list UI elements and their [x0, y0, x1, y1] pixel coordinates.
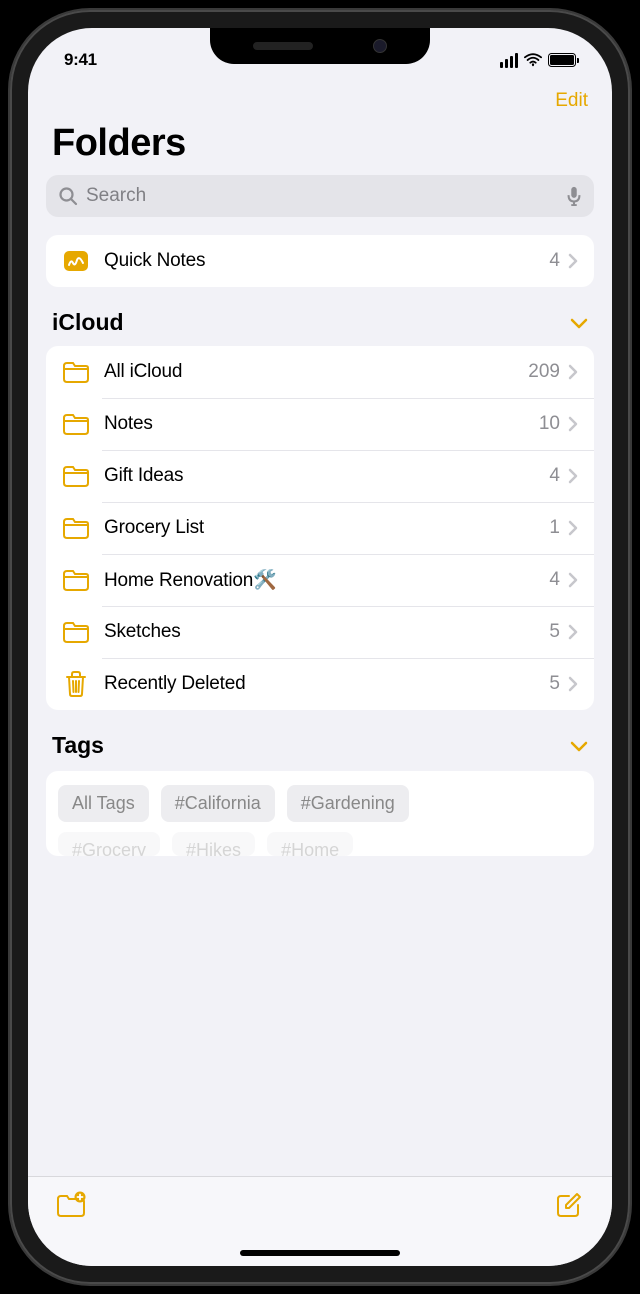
home-indicator[interactable] — [240, 1250, 400, 1256]
folder-count: 1 — [549, 517, 560, 539]
folder-icon — [62, 358, 90, 386]
folder-row-quick-notes[interactable]: Quick Notes 4 — [46, 235, 594, 287]
page-title: Folders — [28, 118, 612, 175]
folder-row-recently-deleted[interactable]: Recently Deleted 5 — [46, 658, 594, 710]
folder-icon — [62, 566, 90, 594]
tag-pill-grocery[interactable]: #Grocery — [58, 832, 160, 856]
search-icon — [58, 186, 78, 206]
chevron-right-icon — [568, 624, 578, 640]
chevron-right-icon — [568, 676, 578, 692]
section-header-tags[interactable]: Tags — [46, 732, 594, 759]
cellular-icon — [500, 53, 519, 68]
section-title: Tags — [52, 732, 104, 759]
folder-icon — [62, 514, 90, 542]
status-time: 9:41 — [64, 50, 164, 70]
folder-icon — [62, 462, 90, 490]
mic-icon[interactable] — [566, 186, 582, 206]
section-header-icloud[interactable]: iCloud — [46, 309, 594, 336]
search-bar[interactable] — [46, 175, 594, 217]
folder-count: 4 — [549, 465, 560, 487]
folder-label: Recently Deleted — [104, 673, 549, 695]
folder-label: All iCloud — [104, 361, 528, 383]
folder-icon — [62, 410, 90, 438]
edit-button[interactable]: Edit — [555, 90, 588, 112]
search-input[interactable] — [86, 185, 566, 207]
quick-notes-icon — [62, 247, 90, 275]
chevron-right-icon — [568, 416, 578, 432]
tag-pill-hikes[interactable]: #Hikes — [172, 832, 255, 856]
chevron-right-icon — [568, 364, 578, 380]
folder-count: 4 — [549, 250, 560, 272]
folder-count: 5 — [549, 673, 560, 695]
tag-pill-all[interactable]: All Tags — [58, 785, 149, 822]
tag-pill-gardening[interactable]: #Gardening — [287, 785, 409, 822]
folder-count: 10 — [539, 413, 560, 435]
chevron-right-icon — [568, 253, 578, 269]
new-folder-icon[interactable] — [56, 1191, 86, 1219]
folder-label: Home Renovation🛠️ — [104, 568, 549, 592]
compose-icon[interactable] — [554, 1191, 584, 1219]
folder-row-home-renovation[interactable]: Home Renovation🛠️ 4 — [46, 554, 594, 606]
folder-row-gift-ideas[interactable]: Gift Ideas 4 — [46, 450, 594, 502]
tag-pill-home[interactable]: #Home — [267, 832, 353, 856]
wifi-icon — [524, 53, 542, 67]
folder-label: Notes — [104, 413, 539, 435]
trash-icon — [62, 670, 90, 698]
chevron-right-icon — [568, 520, 578, 536]
folder-label: Gift Ideas — [104, 465, 549, 487]
folder-label: Grocery List — [104, 517, 549, 539]
folder-row-all-icloud[interactable]: All iCloud 209 — [46, 346, 594, 398]
battery-icon — [548, 53, 576, 67]
folder-row-grocery-list[interactable]: Grocery List 1 — [46, 502, 594, 554]
folder-icon — [62, 618, 90, 646]
folder-count: 209 — [528, 361, 560, 383]
folder-count: 4 — [549, 569, 560, 591]
chevron-down-icon[interactable] — [570, 740, 588, 752]
tag-pill-california[interactable]: #California — [161, 785, 275, 822]
folder-label: Quick Notes — [104, 250, 549, 272]
chevron-right-icon — [568, 572, 578, 588]
section-title: iCloud — [52, 309, 124, 336]
folder-row-notes[interactable]: Notes 10 — [46, 398, 594, 450]
chevron-right-icon — [568, 468, 578, 484]
folder-row-sketches[interactable]: Sketches 5 — [46, 606, 594, 658]
folder-count: 5 — [549, 621, 560, 643]
folder-label: Sketches — [104, 621, 549, 643]
chevron-down-icon[interactable] — [570, 317, 588, 329]
